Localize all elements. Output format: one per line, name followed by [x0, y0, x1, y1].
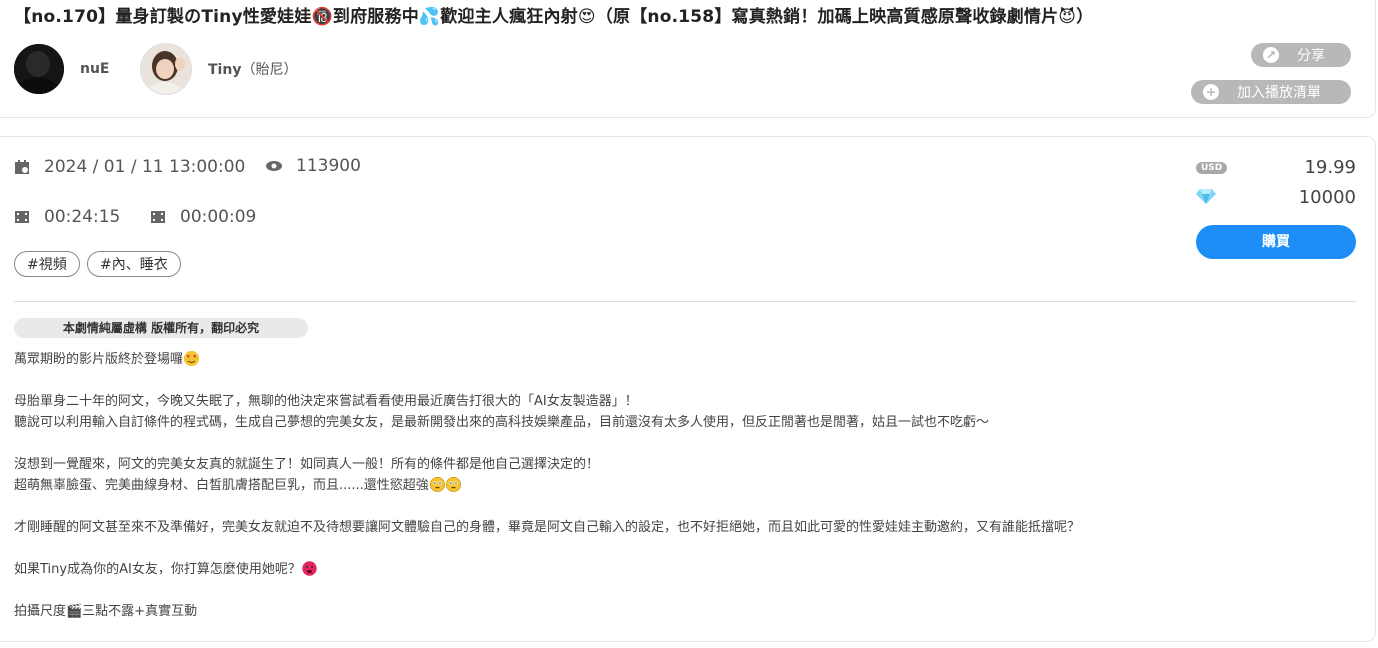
- publish-date: 2024 / 01 / 11 13:00:00: [14, 157, 245, 177]
- video-duration: 00:24:15: [14, 207, 120, 227]
- avatar-nue-image: [14, 44, 64, 94]
- heart-eyes-emoji: [184, 351, 200, 366]
- creator-nue[interactable]: nuE: [14, 44, 110, 94]
- film-icon: [14, 209, 30, 225]
- buy-button[interactable]: 購買: [1196, 225, 1356, 259]
- video-description: 萬眾期盼的影片版終於登場囉 母胎單身二十年的阿文，今晚又失眠了，無聊的他決定來嘗…: [14, 349, 1354, 622]
- page-title: 【no.170】量身訂製のTiny性愛娃娃🔞到府服務中💦歡迎主人瘋狂內射😍（原【…: [14, 7, 1094, 27]
- plus-icon: +: [1203, 84, 1219, 100]
- price-diamond: 10000: [1196, 187, 1356, 208]
- view-count: 113900: [266, 156, 361, 176]
- flushed-emoji: [445, 477, 461, 492]
- share-button[interactable]: ↗ 分享: [1251, 43, 1351, 67]
- creator-tiny[interactable]: Tiny（貽尼）: [140, 43, 297, 95]
- tag-video[interactable]: #視頻: [14, 251, 80, 277]
- add-to-playlist-button[interactable]: + 加入播放清單: [1191, 80, 1351, 104]
- usd-badge: USD: [1196, 161, 1228, 174]
- description-line: 如果Tiny成為你的AI女友，你打算怎麼使用她呢？: [14, 559, 1354, 580]
- description-line: 拍攝尺度🎬三點不露+真實互動: [14, 604, 198, 619]
- drooling-face-emoji: [302, 561, 317, 576]
- avatar[interactable]: [140, 43, 192, 95]
- description-line: 才剛睡醒的阿文甚至來不及準備好，完美女友就迫不及待想要讓阿文體驗自己的身體，畢竟…: [14, 520, 1081, 535]
- description-line: 聽說可以利用輸入自訂條件的程式碼，生成自己夢想的完美女友，是最新開發出來的高科技…: [14, 415, 990, 430]
- eye-icon: [266, 158, 282, 174]
- tag-underwear[interactable]: #內、睡衣: [87, 251, 181, 277]
- video-header: 【no.170】量身訂製のTiny性愛娃娃🔞到府服務中💦歡迎主人瘋狂內射😍（原【…: [0, 0, 1376, 118]
- flushed-emoji: [429, 477, 445, 492]
- avatar[interactable]: [14, 44, 64, 94]
- diamond-icon: [1196, 188, 1216, 208]
- price-usd: USD 19.99: [1196, 157, 1356, 178]
- avatar-tiny-image: [141, 44, 191, 94]
- description-line: 母胎單身二十年的阿文，今晚又失眠了，無聊的他決定來嘗試看看使用最近廣告打很大的「…: [14, 394, 638, 409]
- creator-name[interactable]: nuE: [80, 61, 110, 77]
- description-line: 萬眾期盼的影片版終於登場囉: [14, 349, 1354, 370]
- description-line: 超萌無辜臉蛋、完美曲線身材、白皙肌膚搭配巨乳，而且......還性慾超強: [14, 475, 1354, 496]
- copyright-notice: 本劇情純屬虛構 版權所有，翻印必究: [14, 318, 308, 338]
- calendar-icon: [14, 159, 30, 175]
- preview-duration: 00:00:09: [150, 207, 256, 227]
- film-icon: [150, 209, 166, 225]
- video-detail-card: 2024 / 01 / 11 13:00:00 113900 00:24:15 …: [0, 136, 1376, 642]
- divider: [14, 301, 1356, 302]
- description-line: 沒想到一覺醒來，阿文的完美女友真的就誕生了！如同真人一般！所有的條件都是他自己選…: [14, 457, 600, 472]
- creator-name[interactable]: Tiny（貽尼）: [208, 59, 297, 79]
- share-icon: ↗: [1263, 47, 1279, 63]
